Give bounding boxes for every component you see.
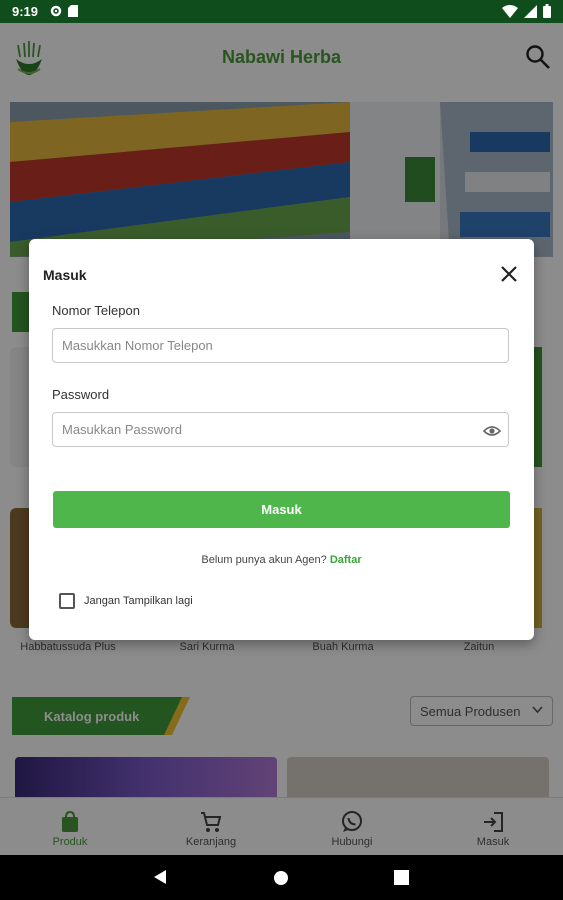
wifi-icon [502,4,518,18]
sd-card-icon [68,5,78,17]
phone-input[interactable] [52,328,509,363]
status-bar: 9:19 [0,0,563,23]
settings-icon [50,5,62,17]
phone-label: Nomor Telepon [52,303,140,318]
dont-show-checkbox[interactable] [59,593,75,609]
close-icon[interactable] [500,265,518,283]
login-dialog: Masuk Nomor Telepon Password Masuk Belum… [29,239,534,640]
back-icon[interactable] [153,869,167,885]
register-link[interactable]: Daftar [330,554,362,566]
dont-show-label[interactable]: Jangan Tampilkan lagi [84,595,193,607]
show-password-icon[interactable] [483,422,501,440]
register-prompt: Belum punya akun Agen? [201,554,327,566]
password-label: Password [52,387,110,402]
dialog-title: Masuk [43,267,87,283]
recents-icon[interactable] [394,870,409,885]
password-input[interactable] [52,412,509,447]
status-time: 9:19 [12,4,39,19]
register-row: Belum punya akun Agen? Daftar [29,554,534,566]
system-navigation-bar [0,855,563,900]
home-icon[interactable] [273,870,289,886]
battery-icon [543,4,551,18]
signal-icon [524,4,537,18]
login-button[interactable]: Masuk [53,491,510,528]
